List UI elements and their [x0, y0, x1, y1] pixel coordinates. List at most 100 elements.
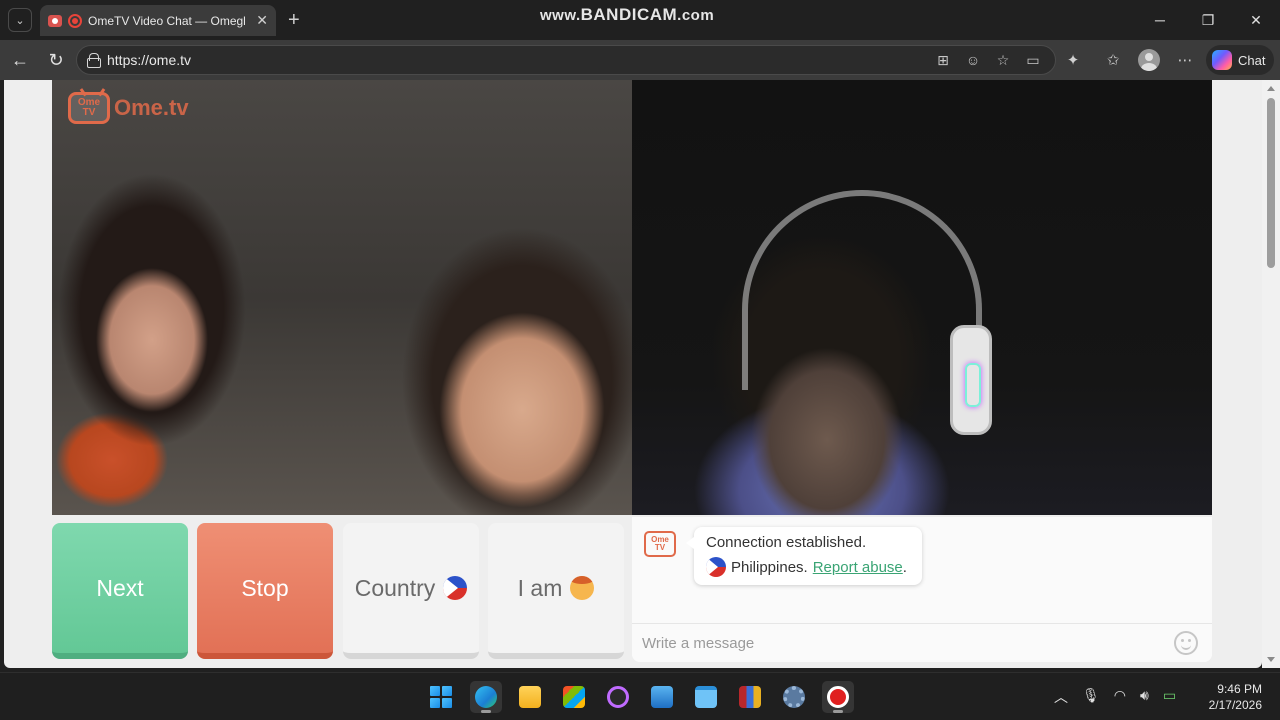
- close-window-icon[interactable]: ✕: [1232, 0, 1280, 40]
- stop-button[interactable]: Stop: [197, 523, 333, 659]
- system-tray: ︿ 🎙︎ ◠ 🔊︎ ▭: [1054, 687, 1176, 707]
- browser-titlebar: ⌄ OmeTV Video Chat — Omegl ✕ + www.BANDI…: [0, 0, 1280, 40]
- headset-earcup: [950, 325, 992, 435]
- emoji-smiley-icon[interactable]: [1174, 631, 1198, 655]
- remote-video-feed: [632, 80, 1212, 515]
- wifi-icon[interactable]: ◠: [1114, 687, 1126, 707]
- app-available-icon[interactable]: ⊞: [933, 50, 953, 70]
- ometv-favicon-icon: [48, 14, 62, 27]
- next-button-label: Next: [96, 574, 144, 601]
- ometv-logo: Ome TV Ome.tv: [68, 92, 189, 124]
- favorite-star-icon[interactable]: ☆: [993, 50, 1013, 70]
- country-button[interactable]: Country: [343, 523, 479, 659]
- extensions-icon[interactable]: ✦: [1062, 49, 1084, 71]
- partner-country-line: Philippines. Report abuse.: [706, 557, 910, 577]
- taskbar-winrar[interactable]: [734, 681, 766, 713]
- tab-title: OmeTV Video Chat — Omegl: [88, 13, 246, 28]
- url-text[interactable]: https://ome.tv: [107, 52, 191, 68]
- window-controls: ─ ❐ ✕: [1136, 0, 1280, 40]
- copilot-icon: [1212, 50, 1232, 70]
- restore-icon[interactable]: ❐: [1184, 0, 1232, 40]
- read-aloud-icon[interactable]: ☺: [963, 50, 983, 70]
- archive-icon: [739, 686, 761, 708]
- message-input-area: [632, 623, 1212, 662]
- philippines-flag-icon: [443, 576, 468, 600]
- gear-icon: [783, 686, 805, 708]
- taskbar-bandicam[interactable]: [822, 681, 854, 713]
- ometv-page: Ome TV Ome.tv Next Stop Country I am Ome…: [4, 80, 1262, 668]
- taskbar-photos[interactable]: [646, 681, 678, 713]
- taskbar-file-explorer[interactable]: [514, 681, 546, 713]
- more-options-icon[interactable]: ⋯: [1174, 49, 1196, 71]
- taskbar-settings[interactable]: [778, 681, 810, 713]
- taskbar-notepad[interactable]: [690, 681, 722, 713]
- chat-button-label: Chat: [1238, 52, 1266, 68]
- profile-avatar[interactable]: [1138, 49, 1160, 71]
- next-button[interactable]: Next: [52, 523, 188, 659]
- scroll-up-icon[interactable]: [1267, 86, 1275, 91]
- system-message-bubble: Connection established. Philippines. Rep…: [686, 527, 922, 585]
- gender-button[interactable]: I am: [488, 523, 624, 659]
- logo-text: Ome.tv: [114, 95, 189, 120]
- store-icon: [563, 686, 585, 708]
- lock-icon[interactable]: [87, 53, 101, 68]
- play-icon: [607, 686, 629, 708]
- watermark-main: BANDICAM: [580, 5, 678, 24]
- tab-actions-menu-icon[interactable]: ⌄: [8, 8, 32, 32]
- start-button[interactable]: [425, 681, 457, 713]
- scroll-down-icon[interactable]: [1267, 657, 1275, 662]
- page-scrollbar[interactable]: [1262, 80, 1280, 668]
- taskbar-store[interactable]: [558, 681, 590, 713]
- taskbar-edge[interactable]: [470, 681, 502, 713]
- scrollbar-thumb[interactable]: [1267, 98, 1275, 268]
- edge-icon: [475, 686, 497, 708]
- chat-logo-bottom: TV: [654, 543, 666, 552]
- bandicam-watermark: www.BANDICAM.com: [540, 5, 714, 25]
- microphone-icon[interactable]: 🎙︎: [1082, 687, 1100, 707]
- boy-face-icon: [570, 576, 595, 600]
- watermark-suffix: .com: [677, 7, 715, 24]
- partner-country: Philippines.: [731, 558, 808, 576]
- folder-icon: [519, 686, 541, 708]
- windows-taskbar: ︿ 🎙︎ ◠ 🔊︎ ▭ 9:46 PM 2/17/2026: [0, 672, 1280, 720]
- watermark-prefix: www.: [540, 7, 581, 24]
- address-bar[interactable]: https://ome.tv ⊞ ☺ ☆ ▭: [76, 45, 1056, 75]
- back-arrow-icon[interactable]: ←: [8, 48, 32, 72]
- stop-button-label: Stop: [241, 574, 289, 601]
- report-abuse-link[interactable]: Report abuse: [813, 559, 903, 576]
- windows-logo-icon: [430, 686, 452, 708]
- browser-tab-active[interactable]: OmeTV Video Chat — Omegl ✕: [40, 5, 276, 36]
- clock-date: 2/17/2026: [1208, 698, 1262, 712]
- notepad-icon: [695, 686, 717, 708]
- browser-toolbar: ← ↻ https://ome.tv ⊞ ☺ ☆ ▭ ✦ ✩ ⋯ Chat: [0, 40, 1280, 80]
- headset-band: [742, 190, 982, 390]
- minimize-icon[interactable]: ─: [1136, 0, 1184, 40]
- refresh-icon[interactable]: ↻: [44, 48, 68, 72]
- report-suffix: .: [902, 558, 907, 576]
- logo-tv-bottom: TV: [82, 107, 96, 118]
- record-icon: [827, 686, 849, 708]
- photos-icon: [651, 686, 673, 708]
- battery-icon[interactable]: ▭: [1163, 687, 1176, 707]
- ometv-tv-icon: Ome TV: [68, 92, 110, 124]
- tab-close-icon[interactable]: ✕: [256, 12, 268, 29]
- country-button-label: Country: [354, 574, 436, 601]
- new-tab-button[interactable]: +: [288, 8, 300, 32]
- clock-time: 9:46 PM: [1217, 682, 1262, 696]
- local-video-feed: [52, 80, 632, 515]
- copilot-chat-button[interactable]: Chat: [1206, 45, 1274, 75]
- gender-button-label: I am: [517, 574, 563, 601]
- taskbar-media-player[interactable]: [602, 681, 634, 713]
- tray-overflow-chevron-icon[interactable]: ︿: [1054, 687, 1068, 707]
- recording-indicator-icon: [68, 13, 82, 28]
- connection-status: Connection established.: [706, 534, 867, 551]
- philippines-flag-icon: [706, 557, 726, 577]
- message-input[interactable]: [642, 632, 1162, 654]
- chat-ometv-logo-icon: Ome TV: [644, 531, 676, 557]
- camera-permission-icon[interactable]: ▭: [1023, 50, 1043, 70]
- taskbar-clock[interactable]: 9:46 PM 2/17/2026: [1200, 681, 1262, 713]
- chat-panel: Ome TV Connection established. Philippin…: [632, 517, 1212, 662]
- favorites-icon[interactable]: ✩: [1102, 49, 1124, 71]
- volume-icon[interactable]: 🔊︎: [1140, 687, 1149, 707]
- address-bar-actions: ⊞ ☺ ☆ ▭: [933, 50, 1043, 70]
